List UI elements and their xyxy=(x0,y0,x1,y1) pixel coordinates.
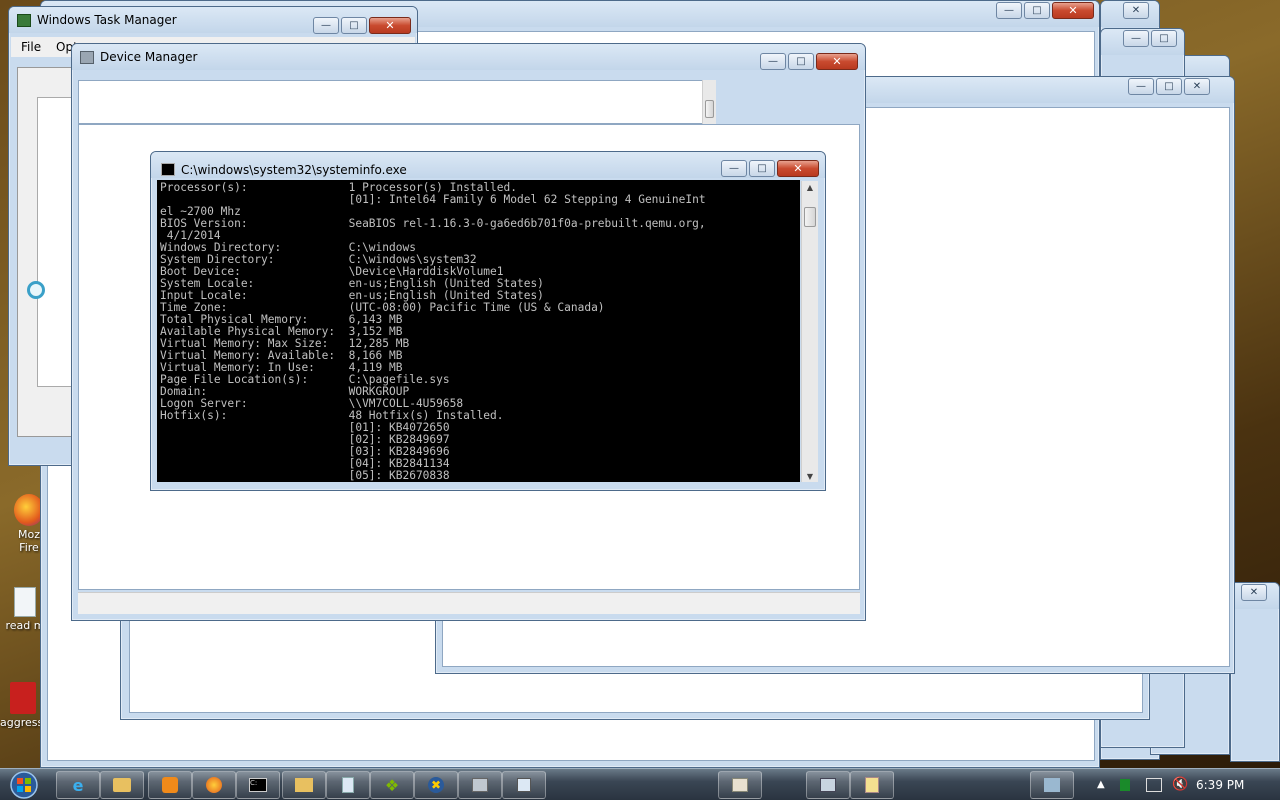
close-button[interactable]: ✕ xyxy=(816,53,858,70)
taskbar-explorer[interactable] xyxy=(100,771,144,799)
close-button[interactable]: ✕ xyxy=(369,17,411,34)
minimize-button[interactable]: — xyxy=(721,160,747,177)
vertical-scrollbar[interactable] xyxy=(702,80,716,124)
document-icon xyxy=(14,587,36,617)
windows-logo-icon xyxy=(10,771,38,799)
loading-icon xyxy=(27,281,45,299)
taskbar-firefox[interactable] xyxy=(192,771,236,799)
taskbar-security[interactable]: ✖ xyxy=(414,771,458,799)
minimize-button[interactable]: — xyxy=(996,2,1022,19)
windows-icon: ❖ xyxy=(384,775,400,795)
maximize-button[interactable]: □ xyxy=(341,17,367,34)
tray-network-icon[interactable] xyxy=(1146,778,1162,792)
taskbar-cmd[interactable]: C: xyxy=(236,771,280,799)
maximize-button[interactable]: □ xyxy=(749,160,775,177)
minimize-button[interactable]: — xyxy=(313,17,339,34)
window-title: Windows Task Manager xyxy=(37,13,177,27)
notepad-icon xyxy=(342,777,354,793)
taskbar-notes[interactable] xyxy=(850,771,894,799)
folder-icon xyxy=(295,778,313,792)
cmd-icon xyxy=(161,163,175,176)
explorer-icon xyxy=(113,778,131,792)
network-icon xyxy=(820,778,836,792)
close-button[interactable]: ✕ xyxy=(1123,2,1149,19)
scrollbar-thumb[interactable] xyxy=(705,100,714,118)
close-button[interactable]: ✕ xyxy=(1184,78,1210,95)
minimize-button[interactable]: — xyxy=(1128,78,1154,95)
taskbar-network[interactable] xyxy=(806,771,850,799)
taskbar-windows[interactable]: ❖ xyxy=(370,771,414,799)
menu-file[interactable]: File xyxy=(21,40,41,54)
taskbar-media-player[interactable] xyxy=(148,771,192,799)
task-manager-icon xyxy=(17,14,31,27)
minimize-button[interactable]: — xyxy=(1123,30,1149,47)
close-button[interactable]: ✕ xyxy=(1241,584,1267,601)
toolbar-area xyxy=(78,80,716,124)
taskbar-notepad[interactable] xyxy=(326,771,370,799)
taskbar-device-manager[interactable] xyxy=(458,771,502,799)
minimize-button[interactable]: — xyxy=(760,53,786,70)
scrollbar-thumb[interactable] xyxy=(804,207,816,227)
firefox-icon xyxy=(206,777,222,793)
tray-expand-icon[interactable]: ▲ xyxy=(1097,779,1105,790)
taskbar-action-center[interactable] xyxy=(1030,771,1074,799)
tray-volume-icon[interactable]: 🔇 xyxy=(1172,777,1188,792)
taskbar-paint[interactable] xyxy=(718,771,762,799)
pdf-icon xyxy=(10,682,36,714)
background-window-5[interactable]: ✕ xyxy=(1230,582,1280,762)
ie-icon: e xyxy=(72,775,84,795)
console-text: Processor(s): 1 Processor(s) Installed. … xyxy=(160,181,706,482)
security-icon: ✖ xyxy=(428,777,444,793)
maximize-button[interactable]: □ xyxy=(1024,2,1050,19)
taskbar: e C: ❖ ✖ ▲ 🔇 6:39 PM xyxy=(0,768,1280,800)
media-player-icon xyxy=(162,777,178,793)
device-manager-icon xyxy=(80,51,94,64)
status-bar xyxy=(78,592,860,614)
close-button[interactable]: ✕ xyxy=(777,160,819,177)
task-manager-icon xyxy=(517,778,531,792)
cmd-icon: C: xyxy=(249,778,267,792)
device-manager-icon xyxy=(472,778,488,792)
action-center-icon xyxy=(1044,778,1060,792)
scroll-up-arrow[interactable]: ▲ xyxy=(802,181,818,193)
window-title: C:\windows\system32\systeminfo.exe xyxy=(181,163,407,177)
maximize-button[interactable]: □ xyxy=(1151,30,1177,47)
console-scrollbar[interactable]: ▲ ▼ xyxy=(801,181,818,482)
scroll-down-arrow[interactable]: ▼ xyxy=(802,470,818,482)
close-button[interactable]: ✕ xyxy=(1052,2,1094,19)
tray-green-icon[interactable] xyxy=(1120,779,1130,791)
taskbar-ie[interactable]: e xyxy=(56,771,100,799)
start-button[interactable] xyxy=(6,770,46,800)
maximize-button[interactable]: □ xyxy=(788,53,814,70)
taskbar-folder[interactable] xyxy=(282,771,326,799)
console-output[interactable]: Processor(s): 1 Processor(s) Installed. … xyxy=(157,180,800,482)
paint-icon xyxy=(732,778,748,792)
notes-icon xyxy=(865,777,879,793)
tray-clock[interactable]: 6:39 PM xyxy=(1196,778,1244,792)
window-title: Device Manager xyxy=(100,50,198,64)
maximize-button[interactable]: □ xyxy=(1156,78,1182,95)
taskbar-task-manager[interactable] xyxy=(502,771,546,799)
